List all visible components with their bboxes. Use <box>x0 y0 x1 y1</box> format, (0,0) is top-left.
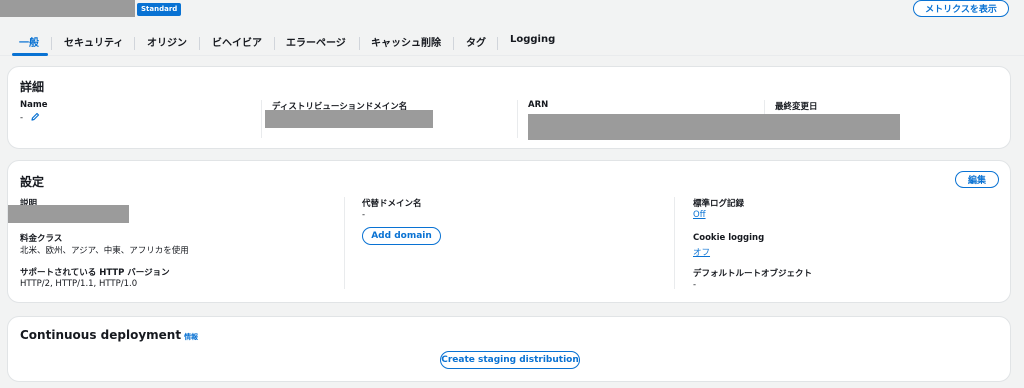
column-divider <box>261 100 262 138</box>
cookie-logging-label: Cookie logging <box>693 233 765 243</box>
redacted-description <box>8 205 129 223</box>
edit-settings-button[interactable]: 編集 <box>955 171 999 188</box>
tab-separator <box>274 37 275 50</box>
tab-invalidations[interactable]: キャッシュ削除 <box>371 34 441 49</box>
continuous-deployment-title-text: Continuous deployment <box>20 328 182 342</box>
view-metrics-button[interactable]: メトリクスを表示 <box>913 0 1009 17</box>
price-class-label: 料金クラス <box>20 234 63 244</box>
tab-separator <box>497 37 498 50</box>
details-panel: 詳細 Name - ディストリビューションドメイン名 ARN 最終変更日 <box>7 66 1011 149</box>
tab-origins[interactable]: オリジン <box>147 34 187 49</box>
redacted-arn-and-date <box>528 114 900 140</box>
arn-label: ARN <box>528 100 549 110</box>
tab-security[interactable]: セキュリティ <box>64 34 123 49</box>
edit-pencil-icon[interactable] <box>30 112 40 122</box>
http-versions-value: HTTP/2, HTTP/1.1, HTTP/1.0 <box>20 279 138 289</box>
settings-panel: 設定 編集 説明 料金クラス 北米、欧州、アジア、中東、アフリカを使用 サポート… <box>7 160 1011 303</box>
standard-badge: Standard <box>137 3 182 16</box>
default-root-object-value: - <box>693 280 697 290</box>
redacted-distribution-id <box>0 0 135 17</box>
alternate-domain-label: 代替ドメイン名 <box>362 199 422 209</box>
column-divider <box>517 100 518 138</box>
alternate-domain-value: - <box>362 210 366 220</box>
standard-logging-label: 標準ログ記録 <box>693 199 745 209</box>
price-class-value: 北米、欧州、アジア、中東、アフリカを使用 <box>20 246 189 256</box>
tab-general[interactable]: 一般 <box>19 34 39 49</box>
last-modified-label: 最終変更日 <box>775 102 818 112</box>
tab-behaviors[interactable]: ビヘイビア <box>212 34 262 49</box>
tab-bar: 一般 セキュリティ オリジン ビヘイビア エラーページ キャッシュ削除 タグ L… <box>0 30 1024 56</box>
standard-logging-value[interactable]: Off <box>693 210 706 220</box>
details-title: 詳細 <box>20 80 45 94</box>
tab-separator <box>453 37 454 50</box>
name-label: Name <box>20 100 48 110</box>
create-staging-distribution-button[interactable]: Create staging distribution <box>440 351 580 369</box>
tab-logging[interactable]: Logging <box>510 34 555 45</box>
info-link[interactable]: 情報 <box>184 333 198 341</box>
column-divider <box>344 197 345 289</box>
tab-separator <box>51 37 52 50</box>
add-domain-button[interactable]: Add domain <box>362 227 441 245</box>
active-tab-indicator <box>12 53 48 56</box>
continuous-deployment-panel: Continuous deployment 情報 Create staging d… <box>7 316 1011 382</box>
tab-error-pages[interactable]: エラーページ <box>286 34 346 49</box>
default-root-object-label: デフォルトルートオブジェクト <box>693 269 813 279</box>
name-value: - <box>20 113 24 123</box>
tab-separator <box>359 37 360 50</box>
http-versions-label: サポートされている HTTP バージョン <box>20 268 170 278</box>
redacted-domain-name <box>265 110 433 128</box>
settings-title: 設定 <box>20 175 45 189</box>
tab-separator <box>134 37 135 50</box>
tab-separator <box>199 37 200 50</box>
cookie-logging-value[interactable]: オフ <box>693 246 710 258</box>
tab-tags[interactable]: タグ <box>466 34 486 49</box>
continuous-deployment-title: Continuous deployment 情報 <box>20 328 198 342</box>
column-divider <box>674 197 675 289</box>
